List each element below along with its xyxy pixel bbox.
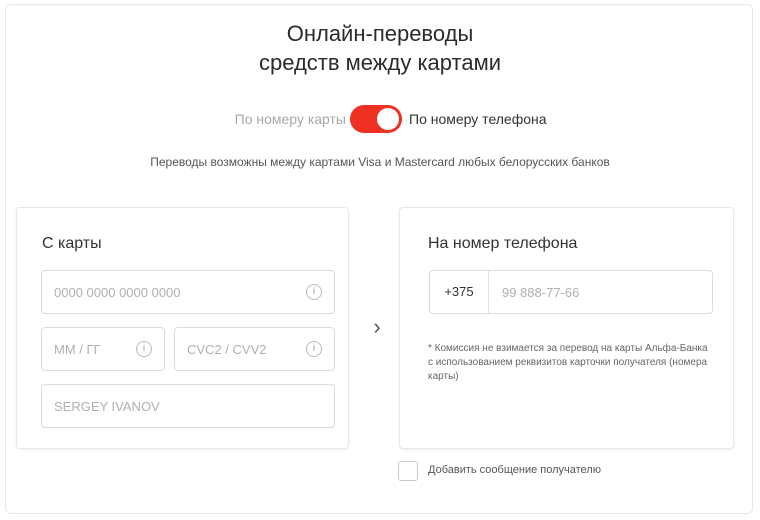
add-message-checkbox[interactable] [398,461,418,481]
page-title-line1: Онлайн-переводы [286,21,474,46]
phone-field[interactable]: +375 [429,270,713,314]
phone-country-prefix: +375 [430,271,489,313]
to-phone-panel: На номер телефона +375 * Комиссия не взи… [399,207,734,449]
info-icon[interactable]: i [136,341,152,357]
to-phone-title: На номер телефона [428,235,578,252]
expiry-input[interactable] [54,328,124,370]
supported-cards-note: Переводы возможны между картами Visa и M… [150,155,610,169]
transfer-mode-switch[interactable] [350,105,402,133]
from-card-panel: С карты i i i [16,207,349,449]
info-icon[interactable]: i [306,341,322,357]
transfer-form-container: Онлайн-переводы средств между картами По… [5,4,753,514]
page-title-line2: средств между картами [258,50,502,75]
mode-by-phone-label[interactable]: По номеру телефона [409,111,547,127]
phone-input[interactable] [502,271,702,313]
card-number-input[interactable] [54,271,294,313]
cardholder-name-input[interactable] [54,385,324,427]
info-icon[interactable]: i [306,284,322,300]
switch-knob [377,108,399,130]
add-message-label[interactable]: Добавить сообщение получателю [428,464,668,476]
cardholder-name-field[interactable] [41,384,335,428]
chevron-right-icon: › [373,314,381,339]
mode-by-card-label[interactable]: По номеру карты [212,111,346,127]
card-number-field[interactable]: i [41,270,335,314]
transfer-mode-toggle-row: По номеру карты По номеру телефона [6,105,754,133]
from-card-title: С карты [42,235,102,252]
commission-note: * Комиссия не взимается за перевод на ка… [428,343,708,382]
expiry-field[interactable]: i [41,327,165,371]
cvc-input[interactable] [187,328,287,370]
cvc-field[interactable]: i [174,327,335,371]
page-title: Онлайн-переводы средств между картами [6,19,754,77]
